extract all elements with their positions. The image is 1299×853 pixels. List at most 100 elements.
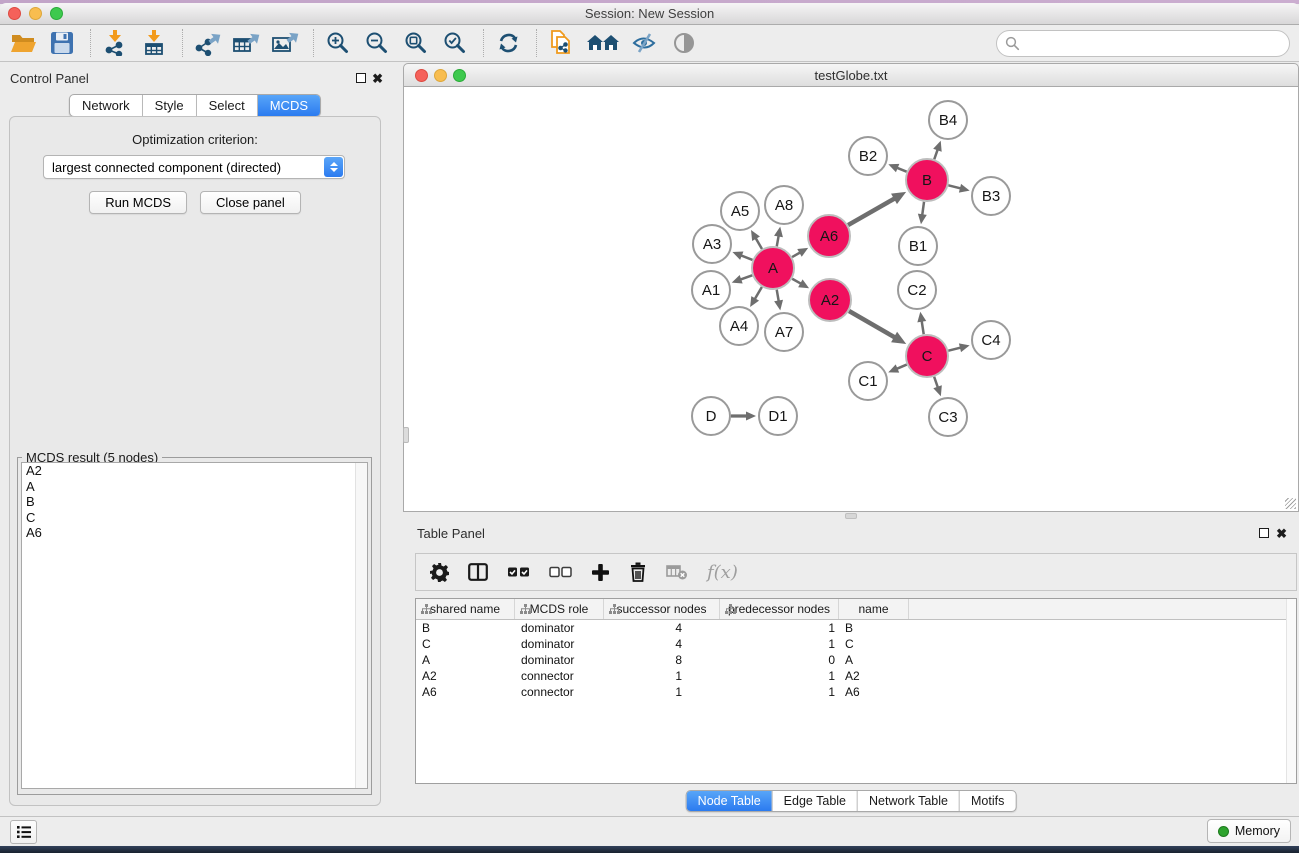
close-panel-icon[interactable]: ✖ [372, 72, 383, 85]
table-cell[interactable]: 1 [720, 636, 839, 652]
network-close-button[interactable] [415, 69, 428, 82]
import-table-icon[interactable] [139, 28, 169, 58]
tab-mcds[interactable]: MCDS [258, 95, 320, 116]
hide-selected-icon[interactable] [630, 28, 660, 58]
table-cell[interactable]: 1 [720, 684, 839, 700]
mcds-result-item[interactable]: A6 [22, 525, 367, 541]
table-cell[interactable]: A6 [839, 684, 909, 700]
zoom-out-icon[interactable] [362, 28, 392, 58]
float-table-panel-icon[interactable] [1259, 528, 1269, 538]
graph-edge-C-C4[interactable] [948, 347, 962, 350]
graph-edge-A-A1[interactable] [739, 275, 752, 280]
show-hide-panel-icon[interactable] [669, 28, 699, 58]
table-cell[interactable]: 0 [720, 652, 839, 668]
close-button[interactable] [8, 7, 21, 20]
table-cell[interactable]: A [416, 652, 515, 668]
delete-row-icon[interactable] [629, 562, 647, 582]
save-session-icon[interactable] [47, 28, 77, 58]
tab-network-table[interactable]: Network Table [858, 791, 960, 811]
table-cell[interactable]: connector [515, 684, 604, 700]
table-settings-icon[interactable] [430, 563, 449, 582]
table-row[interactable]: A2connector11A2 [416, 668, 1296, 684]
graph-edge-B-B3[interactable] [948, 185, 962, 188]
table-cell[interactable]: 8 [604, 652, 720, 668]
search-input[interactable] [1024, 36, 1281, 51]
table-cell[interactable]: 4 [604, 620, 720, 636]
table-cell[interactable]: 1 [720, 668, 839, 684]
column-header-mcds-role[interactable]: MCDS role [515, 599, 604, 619]
table-row[interactable]: Adominator80A [416, 652, 1296, 668]
deselect-all-columns-icon[interactable] [549, 565, 572, 579]
table-cell[interactable]: A6 [416, 684, 515, 700]
select-stepper-icon[interactable] [324, 157, 343, 177]
graph-edge-C-C2[interactable] [921, 320, 923, 335]
table-cell[interactable]: C [839, 636, 909, 652]
add-row-icon[interactable] [591, 563, 610, 582]
graph-edge-B-B1[interactable] [922, 202, 924, 216]
table-cell[interactable]: B [839, 620, 909, 636]
export-network-icon[interactable] [192, 28, 222, 58]
table-row[interactable]: A6connector11A6 [416, 684, 1296, 700]
zoom-in-icon[interactable] [323, 28, 353, 58]
table-cell[interactable]: 1 [720, 620, 839, 636]
table-cell[interactable]: 4 [604, 636, 720, 652]
column-pane-icon[interactable] [468, 563, 488, 581]
table-cell[interactable]: connector [515, 668, 604, 684]
table-scrollbar[interactable] [1286, 599, 1296, 783]
mcds-list-scrollbar[interactable] [355, 463, 367, 788]
horizontal-splitter-handle[interactable] [845, 513, 857, 519]
table-cell[interactable]: A [839, 652, 909, 668]
tab-select[interactable]: Select [197, 95, 258, 116]
task-history-button[interactable] [10, 820, 37, 844]
show-all-windows-icon[interactable] [585, 28, 621, 58]
mcds-result-item[interactable]: A [22, 479, 367, 495]
zoom-fit-icon[interactable] [401, 28, 431, 58]
graph-edge-A-A3[interactable] [740, 255, 753, 260]
mcds-result-item[interactable]: B [22, 494, 367, 510]
zoom-button[interactable] [50, 7, 63, 20]
mcds-result-item[interactable]: C [22, 510, 367, 526]
session-search-box[interactable] [996, 30, 1290, 57]
table-cell[interactable]: A2 [839, 668, 909, 684]
tab-node-table[interactable]: Node Table [687, 791, 773, 811]
column-header-predecessor-nodes[interactable]: predecessor nodes [720, 599, 839, 619]
mcds-result-item[interactable]: A2 [22, 463, 367, 479]
mcds-result-list[interactable]: A2ABCA6 [21, 462, 368, 789]
tab-motifs[interactable]: Motifs [960, 791, 1015, 811]
export-table-icon[interactable] [231, 28, 261, 58]
open-file-icon[interactable] [8, 28, 38, 58]
export-image-icon[interactable] [270, 28, 300, 58]
table-row[interactable]: Bdominator41B [416, 620, 1296, 636]
table-cell[interactable]: dominator [515, 620, 604, 636]
table-row[interactable]: Cdominator41C [416, 636, 1296, 652]
float-panel-icon[interactable] [356, 73, 366, 83]
apply-preferred-layout-icon[interactable] [493, 28, 523, 58]
close-panel-button[interactable]: Close panel [200, 191, 301, 214]
clone-network-icon[interactable] [546, 28, 576, 58]
graph-edge-A-A5[interactable] [755, 237, 762, 249]
node-table[interactable]: shared nameMCDS rolesuccessor nodesprede… [415, 598, 1297, 784]
table-cell[interactable]: C [416, 636, 515, 652]
tab-edge-table[interactable]: Edge Table [773, 791, 858, 811]
table-cell[interactable]: dominator [515, 652, 604, 668]
graph-edge-A-A4[interactable] [754, 287, 762, 300]
table-cell[interactable]: A2 [416, 668, 515, 684]
table-cell[interactable]: 1 [604, 668, 720, 684]
close-table-panel-icon[interactable]: ✖ [1276, 527, 1287, 540]
left-splitter-handle[interactable] [403, 427, 409, 443]
zoom-selected-icon[interactable] [440, 28, 470, 58]
criterion-select[interactable]: largest connected component (directed) [43, 155, 345, 179]
network-zoom-button[interactable] [453, 69, 466, 82]
network-window-titlebar[interactable]: testGlobe.txt [403, 63, 1299, 87]
column-header-successor-nodes[interactable]: successor nodes [604, 599, 720, 619]
main-titlebar[interactable]: Session: New Session [0, 3, 1299, 25]
import-network-icon[interactable] [100, 28, 130, 58]
tab-style[interactable]: Style [143, 95, 197, 116]
minimize-button[interactable] [29, 7, 42, 20]
column-header-name[interactable]: name [839, 599, 909, 619]
graph-edge-A2-C[interactable] [849, 311, 896, 338]
network-minimize-button[interactable] [434, 69, 447, 82]
table-cell[interactable]: dominator [515, 636, 604, 652]
table-cell[interactable]: 1 [604, 684, 720, 700]
tab-network[interactable]: Network [70, 95, 143, 116]
